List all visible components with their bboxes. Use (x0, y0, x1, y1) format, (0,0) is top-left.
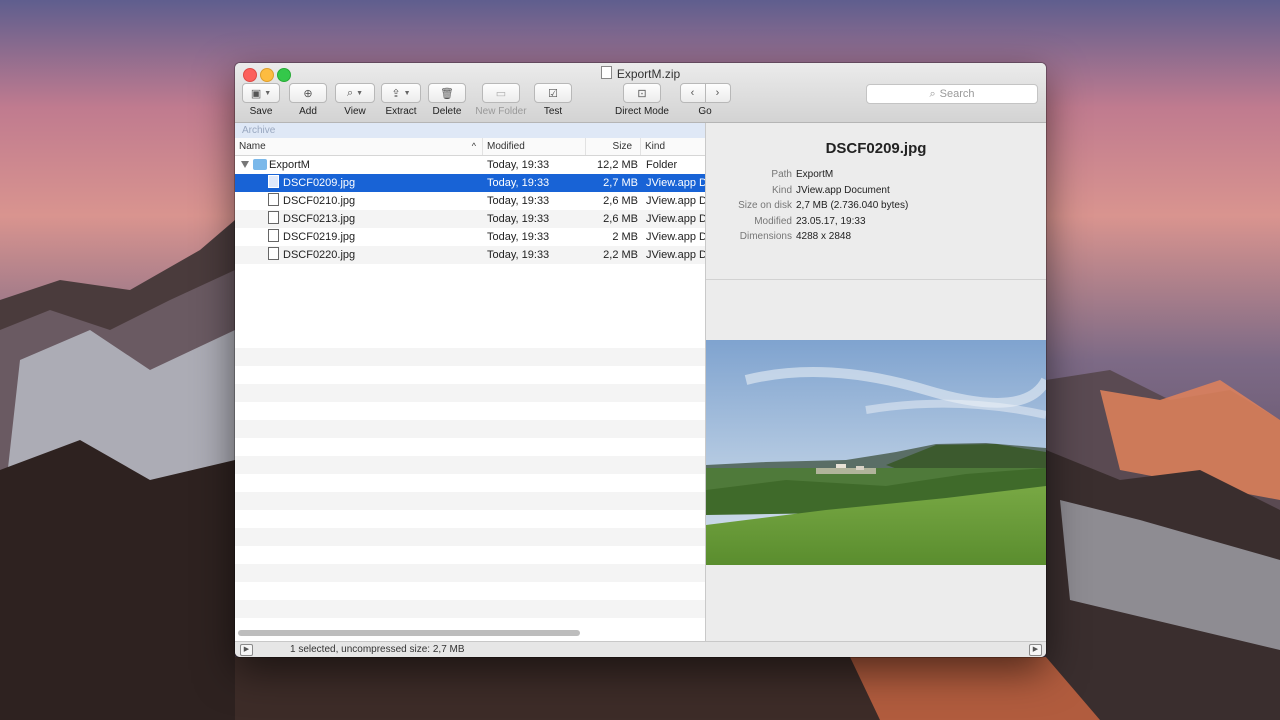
file-row[interactable]: DSCF0210.jpg Today, 19:33 2,6 MB JView.a… (235, 192, 705, 210)
checkmark-icon: ☑ (548, 87, 558, 100)
preview-title: DSCF0209.jpg (825, 140, 927, 157)
add-icon: ⊕ (303, 87, 313, 100)
chevron-left-icon: ‹ (690, 87, 695, 99)
forward-button[interactable]: › (705, 83, 731, 103)
archive-section-header: Archive (235, 123, 705, 138)
add-label: Add (299, 106, 317, 117)
file-row[interactable]: DSCF0219.jpg Today, 19:33 2 MB JView.app… (235, 228, 705, 246)
go-tool: ‹ › Go (677, 83, 733, 117)
toggle-left-panel-icon[interactable]: ▶ (240, 644, 253, 656)
status-bar: ▶ 1 selected, uncompressed size: 2,7 MB … (235, 641, 1046, 657)
preview-pane: DSCF0209.jpg Path ExportM Kind JView.app D… (706, 123, 1046, 641)
save-label: Save (249, 106, 273, 117)
preview-divider (706, 279, 1046, 280)
file-row[interactable]: DSCF0209.jpg Today, 19:33 2,7 MB JView.a… (235, 174, 705, 192)
file-list: ExportM Today, 19:33 12,2 MB Folder DSCF… (235, 156, 705, 264)
sort-ascending-icon: ^ (471, 141, 476, 151)
new-folder-icon: ▭ (495, 87, 507, 100)
image-file-icon (268, 211, 279, 224)
column-header: Name ^ Modified Size Kind (235, 138, 705, 156)
direct-mode-icon: ⊡ (637, 87, 647, 100)
extract-button[interactable]: ⇪ ▼ (381, 83, 421, 103)
save-button[interactable]: ▣ ▼ (242, 83, 280, 103)
image-preview (706, 340, 1046, 565)
chevron-down-icon: ▼ (264, 89, 272, 97)
direct-mode-tool[interactable]: ⊡ Direct Mode (612, 83, 672, 117)
new-folder-tool[interactable]: ▭ New Folder (474, 83, 528, 117)
info-row-dimensions: Dimensions 4288 x 2848 (739, 231, 852, 242)
test-button[interactable]: ☑ (534, 83, 572, 103)
search-icon: ⌕ (929, 87, 936, 100)
view-button[interactable]: ⌕ ▼ (335, 83, 375, 103)
save-tool[interactable]: ▣ ▼ Save (242, 83, 280, 117)
window-title: ExportM.zip (235, 66, 1046, 81)
zip-file-icon (600, 66, 612, 79)
trash-icon: 🗑 (440, 87, 454, 100)
titlebar: ExportM.zip ▣ ▼ Save ⊕ Add ⌕ ▼ View ⇪ ▼ Ext… (235, 63, 1046, 123)
folder-row[interactable]: ExportM Today, 19:33 12,2 MB Folder (235, 156, 705, 174)
search-placeholder: Search (939, 88, 975, 100)
search-field[interactable]: ⌕ Search (866, 84, 1038, 104)
add-tool[interactable]: ⊕ Add (289, 83, 327, 117)
extract-label: Extract (385, 106, 417, 117)
delete-button[interactable]: 🗑 (428, 83, 466, 103)
new-folder-button[interactable]: ▭ (482, 83, 520, 103)
folder-icon (253, 159, 267, 170)
extract-icon: ⇪ (391, 87, 401, 100)
info-row-kind: Kind JView.app Document (771, 184, 890, 196)
chevron-down-icon: ▼ (356, 89, 364, 97)
direct-mode-button[interactable]: ⊡ (623, 83, 661, 103)
image-file-icon (268, 175, 279, 188)
info-row-path: Path ExportM (771, 169, 834, 180)
save-icon: ▣ (250, 87, 262, 100)
empty-rows (235, 330, 705, 625)
image-file-icon (268, 247, 279, 260)
column-name[interactable]: Name ^ (235, 138, 483, 155)
file-row[interactable]: DSCF0220.jpg Today, 19:33 2,2 MB JView.a… (235, 246, 705, 264)
image-file-icon (268, 193, 279, 206)
chevron-down-icon: ▼ (403, 89, 411, 97)
toggle-right-panel-icon[interactable]: ▶ (1029, 644, 1042, 656)
extract-tool[interactable]: ⇪ ▼ Extract (381, 83, 421, 117)
column-size[interactable]: Size (586, 138, 641, 155)
archive-browser: Archive Name ^ Modified Size Kind Export… (235, 123, 706, 641)
column-modified[interactable]: Modified (483, 138, 586, 155)
new-folder-label: New Folder (475, 106, 527, 117)
app-window: ExportM.zip ▣ ▼ Save ⊕ Add ⌕ ▼ View ⇪ ▼ Ext… (235, 63, 1046, 657)
view-tool[interactable]: ⌕ ▼ View (335, 83, 375, 117)
magnifier-icon: ⌕ (346, 86, 354, 99)
info-row-size: Size on disk 2,7 MB (2.736.040 bytes) (738, 200, 909, 211)
horizontal-scrollbar[interactable] (238, 630, 580, 636)
chevron-right-icon: › (715, 87, 720, 99)
column-kind[interactable]: Kind (641, 138, 705, 155)
test-label: Test (543, 106, 563, 117)
go-label: Go (698, 106, 712, 117)
add-button[interactable]: ⊕ (289, 83, 327, 103)
file-info: Path ExportM Kind JView.app Document Size … (706, 167, 1046, 245)
image-file-icon (268, 229, 279, 242)
test-tool[interactable]: ☑ Test (534, 83, 572, 117)
back-button[interactable]: ‹ (679, 83, 706, 103)
disclosure-triangle-icon[interactable] (241, 161, 249, 168)
delete-tool[interactable]: 🗑 Delete (428, 83, 466, 117)
delete-label: Delete (432, 106, 462, 117)
view-label: View (344, 106, 366, 117)
direct-mode-label: Direct Mode (615, 106, 669, 117)
info-row-modified: Modified 23.05.17, 19:33 (754, 215, 866, 227)
file-row[interactable]: DSCF0213.jpg Today, 19:33 2,6 MB JView.a… (235, 210, 705, 228)
status-text: 1 selected, uncompressed size: 2,7 MB (290, 644, 465, 655)
